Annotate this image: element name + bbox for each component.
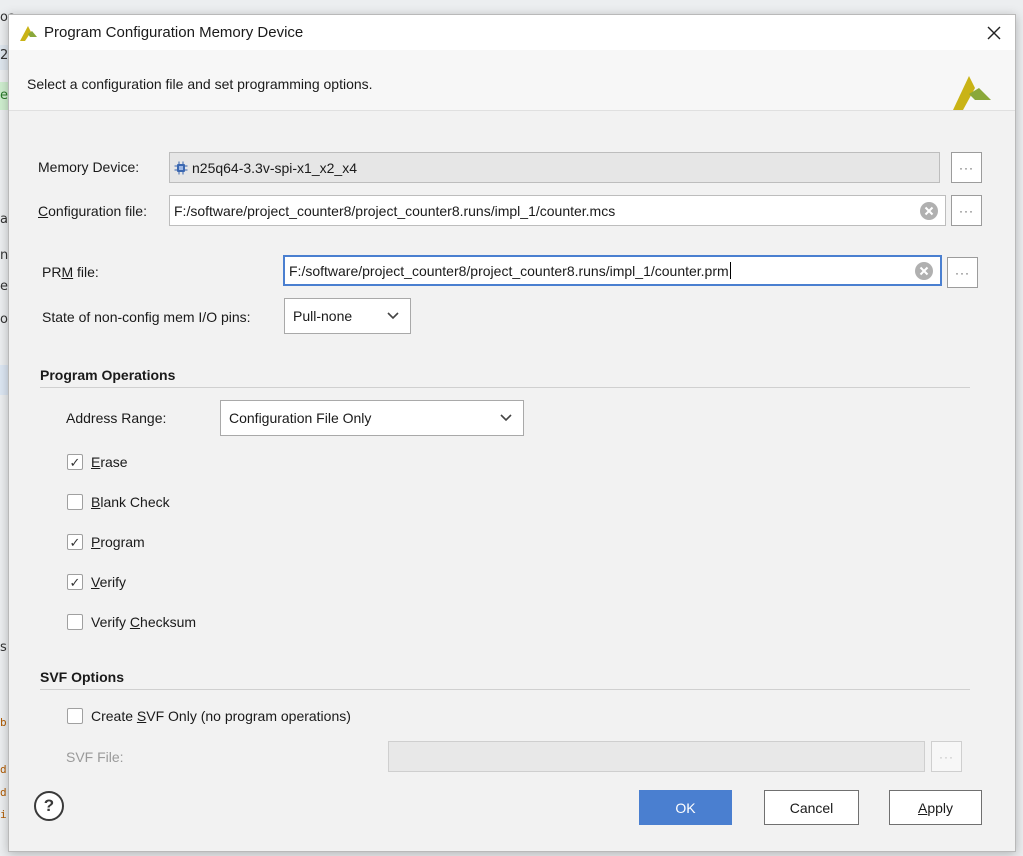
- prm-file-label: PRM file:: [42, 264, 99, 280]
- checkbox-box[interactable]: ✓: [67, 574, 83, 590]
- checkbox-box[interactable]: ✓: [67, 454, 83, 470]
- address-range-label: Address Range:: [66, 410, 167, 426]
- checkbox-box[interactable]: [67, 614, 83, 630]
- background-fragment: d: [0, 763, 7, 776]
- prm-file-value: F:/software/project_counter8/project_cou…: [289, 262, 729, 279]
- background-fragment: b: [0, 716, 7, 729]
- config-file-input[interactable]: F:/software/project_counter8/project_cou…: [169, 195, 946, 226]
- io-pins-select[interactable]: Pull-none: [284, 298, 411, 334]
- config-file-label: Configuration file:: [38, 203, 147, 219]
- verify-checksum-label: Verify Checksum: [91, 614, 197, 630]
- prm-file-input[interactable]: F:/software/project_counter8/project_cou…: [283, 255, 942, 286]
- chevron-down-icon: [500, 414, 512, 422]
- checkbox-box[interactable]: [67, 494, 83, 510]
- background-fragment: s: [0, 640, 7, 655]
- memory-device-value: n25q64-3.3v-spi-x1_x2_x4: [192, 159, 357, 176]
- blank-check-checkbox[interactable]: Blank Check: [67, 494, 170, 510]
- program-config-memory-dialog: Program Configuration Memory Device Sele…: [8, 14, 1016, 852]
- apply-button[interactable]: Apply: [889, 790, 982, 825]
- vivado-logo-icon: [20, 26, 37, 41]
- clear-icon[interactable]: [914, 261, 934, 281]
- vivado-logo-icon: [953, 76, 991, 110]
- chip-icon: [174, 161, 188, 174]
- close-button[interactable]: [979, 19, 1009, 47]
- svf-file-browse-button[interactable]: ···: [931, 741, 962, 772]
- program-checkbox[interactable]: ✓ Program: [67, 534, 145, 550]
- create-svf-checkbox[interactable]: Create SVF Only (no program operations): [67, 708, 351, 724]
- io-pins-value: Pull-none: [293, 308, 353, 324]
- prm-file-browse-button[interactable]: ···: [947, 257, 978, 288]
- close-icon: [987, 26, 1001, 40]
- memory-device-field: n25q64-3.3v-spi-x1_x2_x4: [169, 152, 940, 183]
- text-cursor: [729, 262, 731, 279]
- io-pins-label: State of non-config mem I/O pins:: [42, 309, 251, 325]
- background-fragment: i: [0, 808, 7, 821]
- section-divider: [40, 689, 970, 690]
- program-operations-title: Program Operations: [40, 367, 176, 383]
- background-fragment: e: [0, 279, 8, 294]
- ok-button[interactable]: OK: [639, 790, 732, 825]
- config-file-browse-button[interactable]: ···: [951, 195, 982, 226]
- memory-device-label: Memory Device:: [38, 159, 140, 175]
- verify-checkbox[interactable]: ✓ Verify: [67, 574, 126, 590]
- dialog-description: Select a configuration file and set prog…: [27, 76, 373, 92]
- address-range-select[interactable]: Configuration File Only: [220, 400, 524, 436]
- checkbox-box[interactable]: ✓: [67, 534, 83, 550]
- blank-check-label: Blank Check: [91, 494, 170, 510]
- checkbox-box[interactable]: [67, 708, 83, 724]
- background-fragment: d: [0, 786, 7, 799]
- svf-options-title: SVF Options: [40, 669, 124, 685]
- section-divider: [40, 387, 970, 388]
- verify-label: Verify: [91, 574, 127, 590]
- svf-file-input[interactable]: [388, 741, 925, 772]
- cancel-button[interactable]: Cancel: [764, 790, 859, 825]
- background-fragment: n: [0, 248, 9, 263]
- svf-file-label: SVF File:: [66, 749, 124, 765]
- config-file-value: F:/software/project_counter8/project_cou…: [174, 202, 616, 219]
- help-button[interactable]: ?: [34, 791, 64, 821]
- erase-label: Erase: [91, 454, 128, 470]
- clear-icon[interactable]: [919, 201, 939, 221]
- address-range-value: Configuration File Only: [229, 410, 372, 426]
- window-title: Program Configuration Memory Device: [44, 24, 304, 41]
- dialog-header: Select a configuration file and set prog…: [9, 50, 1015, 111]
- program-label: Program: [91, 534, 145, 550]
- background-fragment: e: [0, 88, 8, 103]
- create-svf-label: Create SVF Only (no program operations): [91, 708, 351, 724]
- title-bar: Program Configuration Memory Device: [9, 15, 1015, 50]
- chevron-down-icon: [387, 312, 399, 320]
- verify-checksum-checkbox[interactable]: Verify Checksum: [67, 614, 196, 630]
- erase-checkbox[interactable]: ✓ Erase: [67, 454, 128, 470]
- memory-device-browse-button[interactable]: ···: [951, 152, 982, 183]
